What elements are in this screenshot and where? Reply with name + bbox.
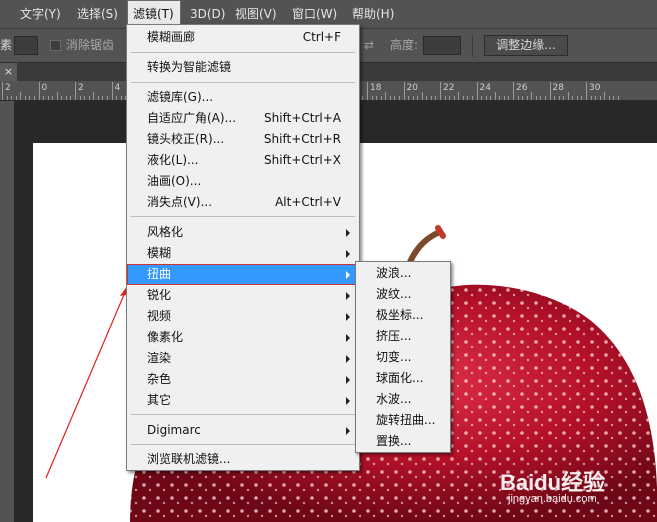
distort-submenu: 波浪... 波纹... 极坐标... 挤压... 切变... 球面化... 水波…: [355, 261, 451, 453]
menu-item-oil-paint[interactable]: 油画(O)...: [127, 171, 359, 192]
menu-item-lens-correction[interactable]: 镜头校正(R)... Shift+Ctrl+R: [127, 129, 359, 150]
menu-separator: [131, 414, 355, 415]
menu-item-adaptive-wide-angle[interactable]: 自适应广角(A)... Shift+Ctrl+A: [127, 108, 359, 129]
submenu-arrow-icon: [346, 271, 350, 279]
submenu-item-zigzag[interactable]: 水波...: [356, 389, 450, 410]
menu-item-video[interactable]: 视频: [127, 306, 359, 327]
submenu-arrow-icon: [346, 427, 350, 435]
apple-stem: [407, 229, 443, 265]
menu-item-noise[interactable]: 杂色: [127, 369, 359, 390]
filter-menu: 模糊画廊 Ctrl+F 转换为智能滤镜 滤镜库(G)... 自适应广角(A)...…: [126, 24, 360, 471]
submenu-arrow-icon: [346, 334, 350, 342]
submenu-arrow-icon: [346, 229, 350, 237]
submenu-arrow-icon: [346, 376, 350, 384]
menu-separator: [131, 82, 355, 83]
menu-item-pixelate[interactable]: 像素化: [127, 327, 359, 348]
submenu-item-polar-coordinates[interactable]: 极坐标...: [356, 305, 450, 326]
submenu-arrow-icon: [346, 355, 350, 363]
menu-item-convert-smart-filter[interactable]: 转换为智能滤镜: [127, 57, 359, 78]
submenu-item-spherize[interactable]: 球面化...: [356, 368, 450, 389]
menu-item-browse-online-filters[interactable]: 浏览联机滤镜...: [127, 449, 359, 470]
menu-item-vanishing-point[interactable]: 消失点(V)... Alt+Ctrl+V: [127, 192, 359, 213]
menu-item-liquify[interactable]: 液化(L)... Shift+Ctrl+X: [127, 150, 359, 171]
submenu-arrow-icon: [346, 313, 350, 321]
submenu-item-pinch[interactable]: 挤压...: [356, 326, 450, 347]
menu-separator: [131, 444, 355, 445]
watermark-url: jingyan.baidu.com: [508, 493, 597, 505]
menu-item-blur[interactable]: 模糊: [127, 243, 359, 264]
menu-item-blur-gallery[interactable]: 模糊画廊 Ctrl+F: [127, 27, 359, 48]
menu-item-distort[interactable]: 扭曲: [127, 264, 359, 285]
menu-separator: [131, 52, 355, 53]
annotation-arrow: [45, 289, 127, 479]
menu-item-render[interactable]: 渲染: [127, 348, 359, 369]
submenu-item-displace[interactable]: 置换...: [356, 431, 450, 452]
menu-item-filter-gallery[interactable]: 滤镜库(G)...: [127, 87, 359, 108]
menu-item-sharpen[interactable]: 锐化: [127, 285, 359, 306]
menu-separator: [131, 216, 355, 217]
submenu-item-twirl[interactable]: 旋转扭曲...: [356, 410, 450, 431]
submenu-item-shear[interactable]: 切变...: [356, 347, 450, 368]
submenu-item-wave[interactable]: 波浪...: [356, 263, 450, 284]
submenu-arrow-icon: [346, 250, 350, 258]
submenu-item-ripple[interactable]: 波纹...: [356, 284, 450, 305]
submenu-arrow-icon: [346, 292, 350, 300]
menu-item-other[interactable]: 其它: [127, 390, 359, 411]
menu-item-digimarc[interactable]: Digimarc: [127, 420, 359, 441]
menu-item-stylize[interactable]: 风格化: [127, 222, 359, 243]
submenu-arrow-icon: [346, 397, 350, 405]
